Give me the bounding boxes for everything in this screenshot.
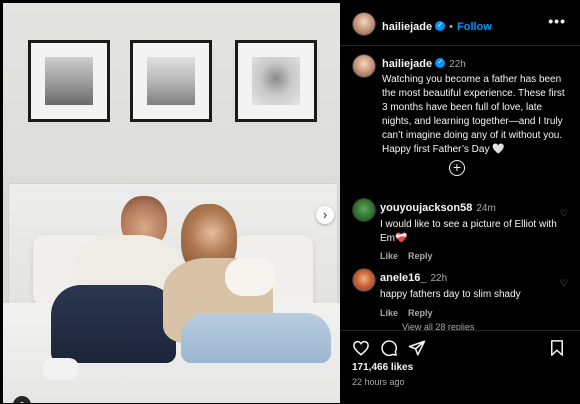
man-socks bbox=[43, 358, 79, 380]
likes-count[interactable]: 171,466 likes bbox=[352, 362, 413, 373]
post-photo[interactable]: › ● bbox=[3, 3, 340, 403]
post-side-panel: hailiejade ✓ • Follow ••• hailiejade ✓ 22h Wa… bbox=[340, 0, 580, 404]
heart-icon[interactable] bbox=[352, 339, 370, 357]
post-timestamp: 22 hours ago bbox=[352, 377, 405, 387]
verified-badge-icon: ✓ bbox=[435, 57, 446, 68]
author-line: hailiejade ✓ • Follow bbox=[382, 17, 492, 35]
carousel-next-button[interactable]: › bbox=[316, 206, 334, 224]
chevron-right-icon: › bbox=[322, 207, 328, 222]
man-jeans bbox=[51, 285, 176, 363]
comment-text: I would like to see a picture of Elliot … bbox=[380, 219, 557, 244]
comment-time: 24m bbox=[476, 203, 496, 214]
author-avatar[interactable] bbox=[352, 12, 376, 36]
heart-outline-icon[interactable]: ♡ bbox=[560, 208, 568, 219]
wall-frame-right bbox=[235, 40, 317, 122]
baby bbox=[225, 258, 275, 296]
caption-text: Watching you become a father has been th… bbox=[382, 74, 565, 155]
comment-username[interactable]: youyoujackson58 bbox=[380, 202, 472, 214]
comment-time: 22h bbox=[430, 273, 448, 284]
caption-username[interactable]: hailiejade bbox=[382, 58, 432, 70]
comment-reply-button[interactable]: Reply bbox=[408, 251, 433, 261]
comment-reply-button[interactable]: Reply bbox=[408, 308, 433, 318]
caption-time: 22h bbox=[449, 59, 466, 70]
woman-jeans bbox=[181, 313, 331, 363]
comment-item: anele16_ 22h happy fathers day to slim sh… bbox=[380, 268, 566, 318]
post-actions-bar: 171,466 likes 22 hours ago bbox=[340, 330, 580, 404]
comment-item: youyoujackson58 24m I would like to see a… bbox=[380, 198, 566, 261]
comment-icon[interactable] bbox=[380, 339, 398, 357]
wall-frame-center bbox=[130, 40, 212, 122]
comment-avatar[interactable] bbox=[352, 268, 376, 292]
caption-header: hailiejade ✓ 22h bbox=[382, 54, 568, 72]
comment-username[interactable]: anele16_ bbox=[380, 272, 426, 284]
follow-button[interactable]: Follow bbox=[457, 21, 492, 33]
add-icon[interactable]: + bbox=[449, 160, 465, 176]
share-icon[interactable] bbox=[408, 339, 426, 357]
more-options-icon[interactable]: ••• bbox=[548, 13, 566, 29]
comment-avatar[interactable] bbox=[352, 198, 376, 222]
comment-actions: Like Reply bbox=[380, 308, 566, 318]
verified-badge-icon: ✓ bbox=[435, 20, 446, 31]
bookmark-icon[interactable] bbox=[548, 339, 566, 357]
wall-frame-left bbox=[28, 40, 110, 122]
comment-text: happy fathers day to slim shady bbox=[380, 289, 521, 300]
comment-like-button[interactable]: Like bbox=[380, 251, 398, 261]
caption: hailiejade ✓ 22h Watching you become a fat… bbox=[382, 54, 568, 157]
heart-outline-icon[interactable]: ♡ bbox=[560, 278, 568, 289]
user-icon: ● bbox=[19, 399, 25, 403]
comment-like-button[interactable]: Like bbox=[380, 308, 398, 318]
author-username[interactable]: hailiejade bbox=[382, 21, 432, 33]
comment-actions: Like Reply bbox=[380, 251, 566, 261]
post-header: hailiejade ✓ • Follow ••• bbox=[340, 0, 580, 46]
caption-avatar[interactable] bbox=[352, 54, 376, 78]
separator-dot: • bbox=[449, 21, 453, 33]
